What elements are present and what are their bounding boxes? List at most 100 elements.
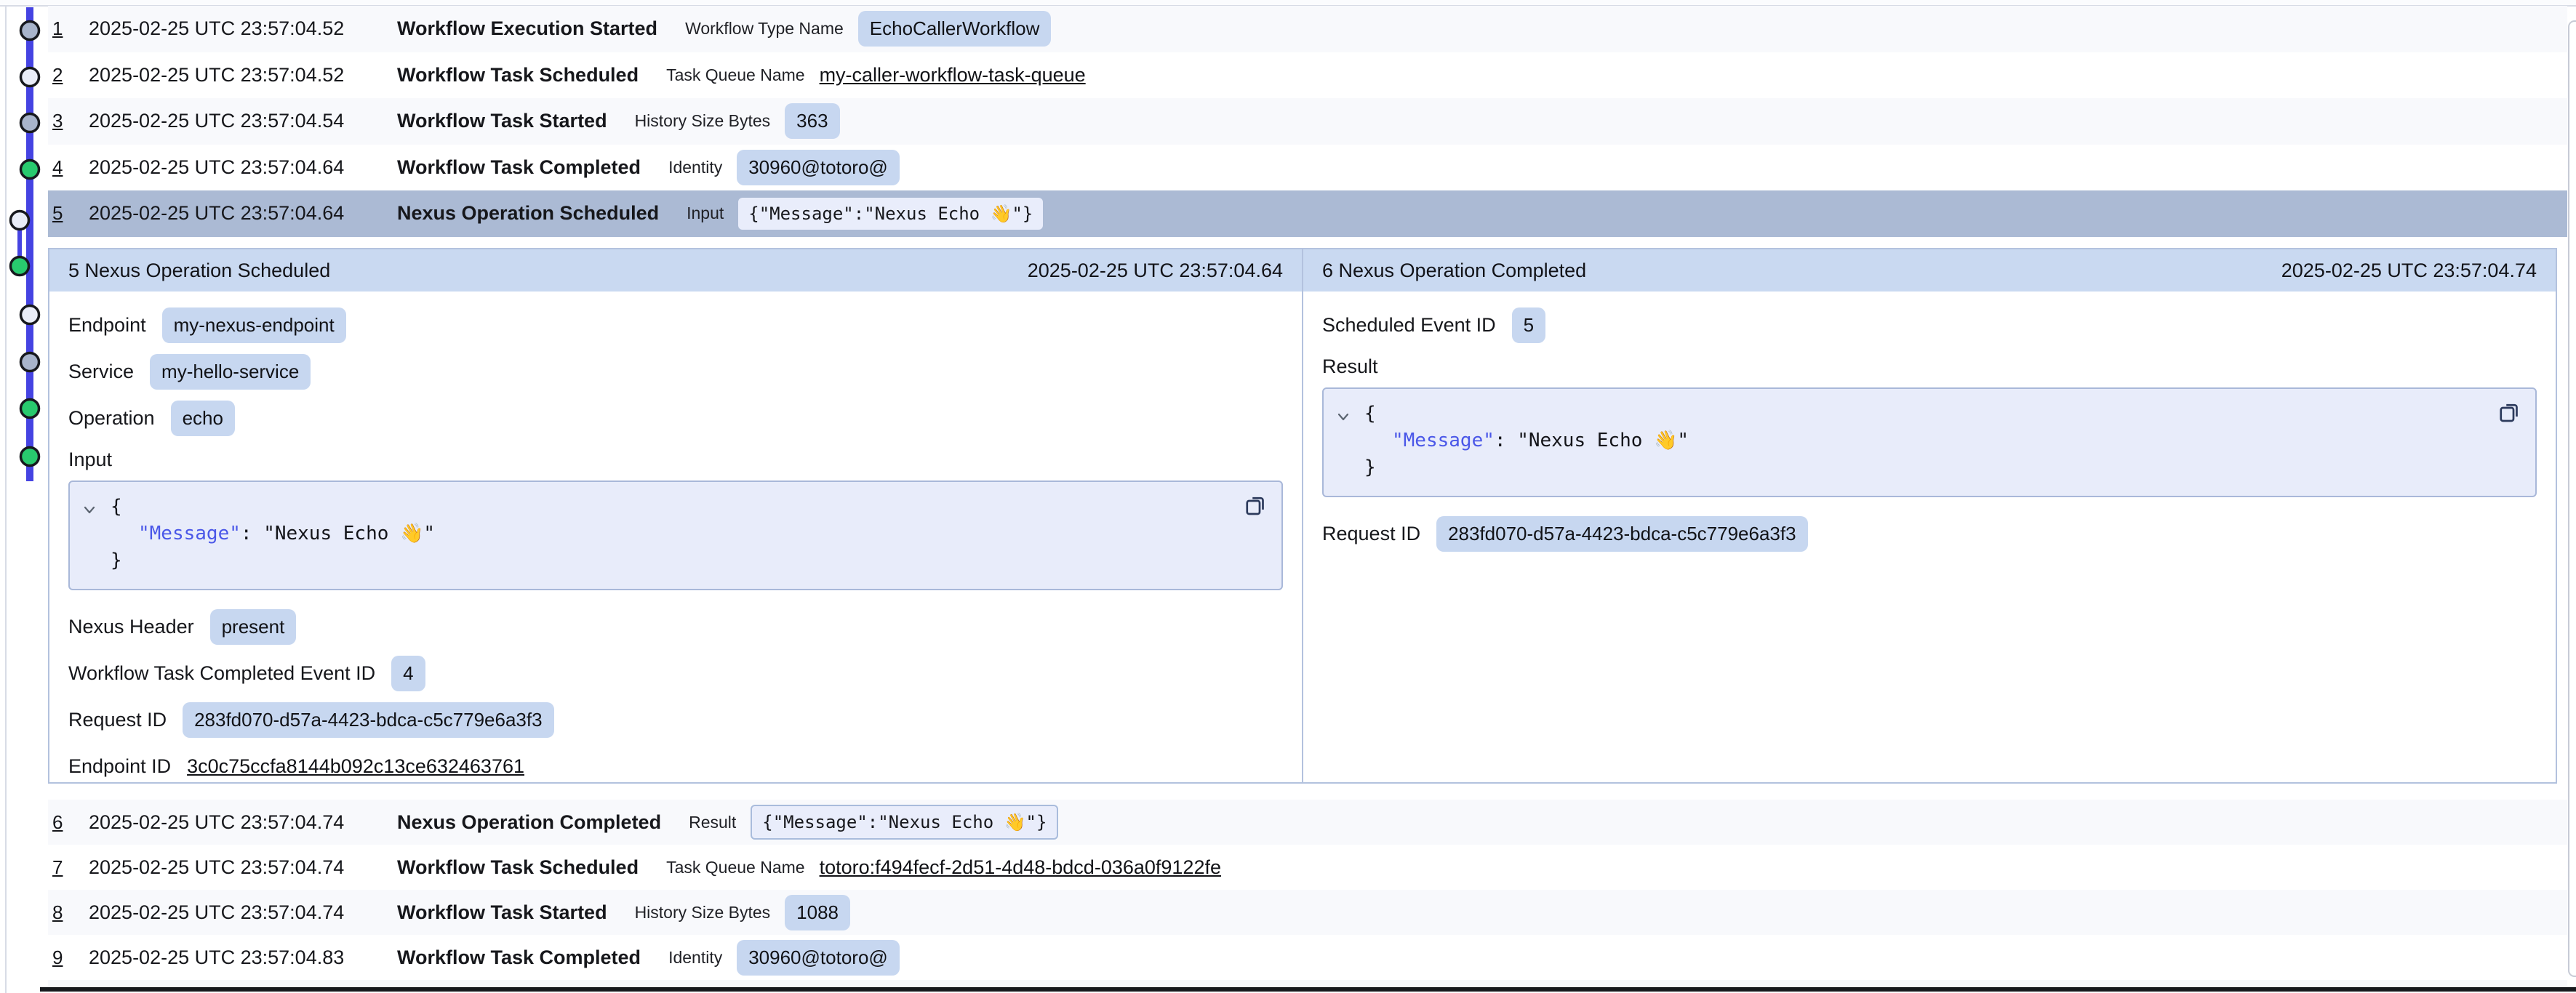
timeline-dot-9-green[interactable] <box>21 400 39 418</box>
collapse-chevron-icon[interactable] <box>1335 406 1351 433</box>
panel-header: 6 Nexus Operation Completed2025-02-25 UT… <box>1303 249 2556 292</box>
panel-field-endpoint-id: Endpoint ID3c0c75ccfa8144b092c13ce632463… <box>68 743 1283 789</box>
timeline-dot-3-gray[interactable] <box>21 114 39 132</box>
timeline-dot-7-white[interactable] <box>21 306 39 324</box>
event-row-8[interactable]: 82025-02-25 UTC 23:57:04.74Workflow Task… <box>48 890 2567 935</box>
event-name: Workflow Task Scheduled <box>397 64 639 87</box>
timeline-dot-5-white[interactable] <box>11 212 29 230</box>
event-row-1[interactable]: 12025-02-25 UTC 23:57:04.52Workflow Exec… <box>48 6 2567 52</box>
event-detail-label: History Size Bytes <box>635 903 771 922</box>
timeline-dot-8-gray[interactable] <box>21 353 39 371</box>
panel-field-nexus-header: Nexus Header present <box>68 603 1283 650</box>
event-row-4[interactable]: 42025-02-25 UTC 23:57:04.64Workflow Task… <box>48 145 2567 191</box>
panel-field-badge: 5 <box>1512 307 1545 343</box>
event-name: Nexus Operation Scheduled <box>397 202 659 225</box>
panel-field-label: Input <box>68 441 1283 478</box>
code-line-open: { <box>111 494 1267 520</box>
event-timestamp: 2025-02-25 UTC 23:57:04.83 <box>89 946 397 969</box>
collapse-chevron-icon[interactable] <box>81 499 97 526</box>
timeline-dot-1-gray[interactable] <box>21 22 39 40</box>
event-row-3[interactable]: 32025-02-25 UTC 23:57:04.54Workflow Task… <box>48 98 2567 145</box>
panel-field-label: Endpoint <box>68 314 146 337</box>
panel-field-badge: my-hello-service <box>150 354 311 390</box>
event-row-6[interactable]: 62025-02-25 UTC 23:57:04.74Nexus Operati… <box>48 800 2567 845</box>
event-timestamp: 2025-02-25 UTC 23:57:04.52 <box>89 64 397 87</box>
event-name: Workflow Execution Started <box>397 17 657 40</box>
event-name: Workflow Task Scheduled <box>397 856 639 879</box>
event-id-link[interactable]: 4 <box>52 156 89 179</box>
panel-field-scheduled-event-id: Scheduled Event ID5 <box>1322 302 2537 348</box>
panel-field-label: Request ID <box>1322 523 1420 545</box>
json-value: : "Nexus Echo 👋" <box>241 523 435 544</box>
panel-field-badge: echo <box>171 401 235 436</box>
event-detail: Result{"Message":"Nexus Echo 👋"} <box>689 805 1058 840</box>
event-id-link[interactable]: 6 <box>52 811 89 834</box>
event-name: Workflow Task Started <box>397 110 607 132</box>
timeline-dot-6-green[interactable] <box>11 257 29 276</box>
event-detail: Identity 30960@totoro@ <box>668 940 900 976</box>
event-row-5[interactable]: 52025-02-25 UTC 23:57:04.64Nexus Operati… <box>48 190 2567 237</box>
event-id-link[interactable]: 1 <box>52 17 89 40</box>
timeline-dot-2-white[interactable] <box>21 68 39 87</box>
event-payload-badge: {"Message":"Nexus Echo 👋"} <box>738 198 1043 230</box>
task-queue-link[interactable]: totoro:f494fecf-2d51-4d48-bdcd-036a0f912… <box>820 856 1221 879</box>
panel-field-badge: present <box>210 609 297 645</box>
event-detail-badge: 30960@totoro@ <box>737 150 900 185</box>
panel-timestamp: 2025-02-25 UTC 23:57:04.74 <box>2281 260 2537 282</box>
event-detail: Workflow Type Name EchoCallerWorkflow <box>685 11 1051 47</box>
panel-field-badge: 283fd070-d57a-4423-bdca-c5c779e6a3f3 <box>183 702 554 738</box>
event-id-link[interactable]: 7 <box>52 856 89 879</box>
panel-field-service: Servicemy-hello-service <box>68 348 1283 395</box>
panel-body: Endpoint my-nexus-endpoint Servicemy-hello… <box>49 292 1302 789</box>
event-detail-label: Task Queue Name <box>666 65 804 85</box>
timeline-dot-10-green[interactable] <box>21 448 39 466</box>
event-name: Nexus Operation Completed <box>397 811 661 834</box>
event-detail-badge: EchoCallerWorkflow <box>858 11 1052 47</box>
panel-field-badge: my-nexus-endpoint <box>162 307 346 343</box>
event-detail: Identity30960@totoro@ <box>668 150 900 185</box>
event-detail: Input {"Message":"Nexus Echo 👋"} <box>687 198 1043 230</box>
json-key: "Message" <box>1392 430 1495 451</box>
panel-field-label: Result <box>1322 348 2537 385</box>
panel-title: 5 Nexus Operation Scheduled <box>68 260 330 282</box>
panel-body: Scheduled Event ID5Result{"Message": "Ne… <box>1303 292 2556 557</box>
json-key: "Message" <box>138 523 241 544</box>
event-timestamp: 2025-02-25 UTC 23:57:04.64 <box>89 156 397 179</box>
event-id-link[interactable]: 3 <box>52 110 89 132</box>
event-detail-panels: 5 Nexus Operation Scheduled 2025-02-25 UT… <box>48 248 2557 784</box>
event-detail-label: Workflow Type Name <box>685 19 844 39</box>
event-id-link[interactable]: 2 <box>52 64 89 87</box>
event-row-9[interactable]: 92025-02-25 UTC 23:57:04.83Workflow Task… <box>48 935 2567 980</box>
scrollbar[interactable] <box>2568 20 2576 977</box>
copy-icon[interactable] <box>1242 492 1268 526</box>
event-id-link[interactable]: 8 <box>52 901 89 924</box>
event-row-7[interactable]: 72025-02-25 UTC 23:57:04.74Workflow Task… <box>48 845 2567 890</box>
event-detail-label: Result <box>689 813 736 832</box>
panel-timestamp: 2025-02-25 UTC 23:57:04.64 <box>1028 260 1283 282</box>
event-detail-label: History Size Bytes <box>635 111 771 131</box>
event-name: Workflow Task Completed <box>397 156 641 179</box>
event-detail-label: Task Queue Name <box>666 858 804 877</box>
code-line-content: "Message": "Nexus Echo 👋" <box>111 520 1267 547</box>
nexus-operation-completed-panel: 6 Nexus Operation Completed2025-02-25 UT… <box>1302 249 2556 782</box>
event-row-2[interactable]: 22025-02-25 UTC 23:57:04.52Workflow Task… <box>48 52 2567 99</box>
panel-field-request-id: Request ID283fd070-d57a-4423-bdca-c5c779… <box>1322 510 2537 557</box>
panel-field-workflow-task-completed-event-id: Workflow Task Completed Event ID4 <box>68 650 1283 696</box>
event-detail-badge: 1088 <box>785 895 850 930</box>
code-line-close: } <box>1364 454 2521 481</box>
task-queue-link[interactable]: my-caller-workflow-task-queue <box>820 64 1086 87</box>
panel-field-label: Operation <box>68 407 155 430</box>
copy-icon[interactable] <box>2496 399 2522 433</box>
event-detail-label: Identity <box>668 948 722 968</box>
event-name: Workflow Task Completed <box>397 946 641 969</box>
next-row-edge <box>48 980 2567 987</box>
event-detail: History Size Bytes 1088 <box>635 895 850 930</box>
json-value: : "Nexus Echo 👋" <box>1495 430 1689 451</box>
event-id-link[interactable]: 9 <box>52 946 89 969</box>
panel-field-label: Nexus Header <box>68 616 194 638</box>
panel-field-link[interactable]: 3c0c75ccfa8144b092c13ce632463761 <box>187 755 524 778</box>
event-detail-badge: 30960@totoro@ <box>737 940 900 976</box>
event-detail-label: Input <box>687 204 724 223</box>
timeline-dot-4-green[interactable] <box>21 161 39 179</box>
event-id-link[interactable]: 5 <box>52 202 89 225</box>
